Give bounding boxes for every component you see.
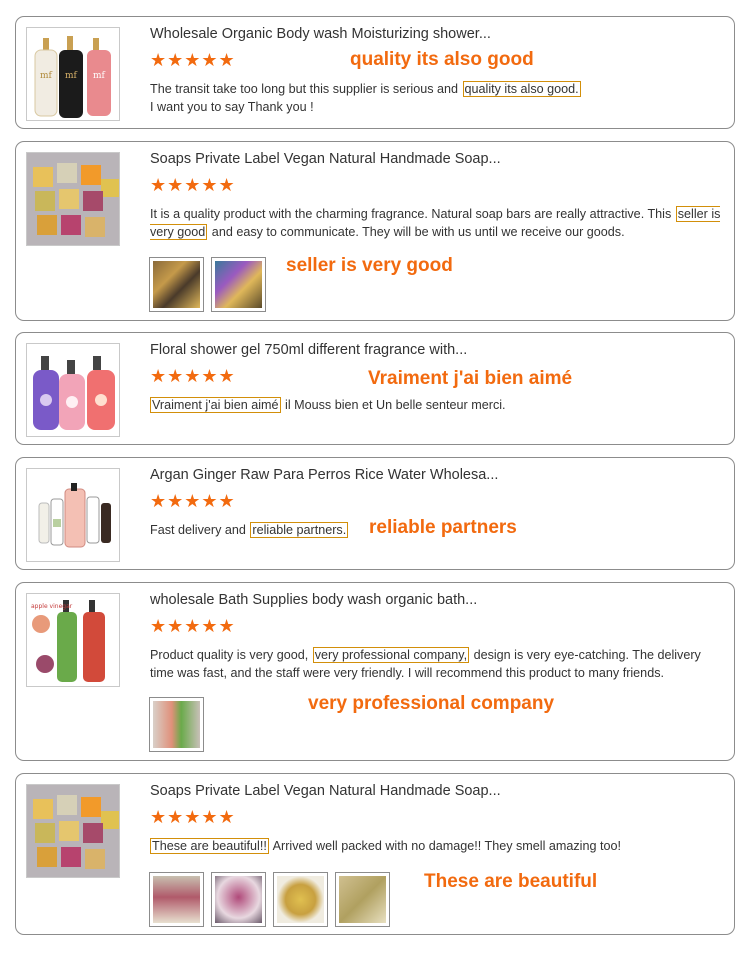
rating-stars: ★★★★★ — [150, 491, 236, 512]
review-text: It is a quality product with the charmin… — [150, 205, 725, 241]
review-photo[interactable] — [149, 257, 204, 312]
product-thumbnail[interactable] — [26, 784, 120, 878]
review-highlight: These are beautiful!! — [150, 838, 269, 854]
product-thumbnail[interactable] — [26, 152, 120, 246]
review-highlight: quality its also good. — [462, 81, 581, 97]
svg-text:mf: mf — [40, 71, 53, 81]
review-text: Vraiment j'ai bien aimé il Mouss bien et… — [150, 396, 725, 414]
product-thumbnail[interactable] — [26, 343, 120, 437]
review-card: Soaps Private Label Vegan Natural Handma… — [15, 773, 735, 935]
review-text: Product quality is very good, very profe… — [150, 646, 725, 682]
rating-stars: ★★★★★ — [150, 366, 236, 387]
product-title[interactable]: Floral shower gel 750ml different fragra… — [150, 342, 467, 358]
review-text-after: il Mouss bien et Un belle senteur merci. — [281, 398, 506, 412]
review-card: Argan Ginger Raw Para Perros Rice Water … — [15, 457, 735, 570]
review-highlight: very professional company, — [312, 647, 470, 663]
review-text-after: Arrived well packed with no damage!! The… — [269, 839, 621, 853]
product-title[interactable]: wholesale Bath Supplies body wash organi… — [150, 592, 477, 608]
review-text-before: Product quality is very good, — [150, 648, 312, 662]
svg-text:apple vinegar: apple vinegar — [31, 603, 73, 610]
review-text-after: and easy to communicate. They will be wi… — [208, 225, 625, 239]
product-thumbnail[interactable] — [26, 468, 120, 562]
review-text-before: Fast delivery and — [150, 523, 250, 537]
product-title[interactable]: Wholesale Organic Body wash Moisturizing… — [150, 26, 491, 42]
review-card: mf mf mf Wholesale Organic Body wash Moi… — [15, 16, 735, 129]
product-title[interactable]: Argan Ginger Raw Para Perros Rice Water … — [150, 467, 498, 483]
review-text: These are beautiful!! Arrived well packe… — [150, 837, 725, 855]
highlight-callout: These are beautiful — [424, 871, 598, 892]
review-card: Floral shower gel 750ml different fragra… — [15, 332, 735, 445]
svg-text:mf: mf — [93, 71, 106, 81]
rating-stars: ★★★★★ — [150, 50, 236, 71]
review-photo[interactable] — [149, 697, 204, 752]
svg-text:mf: mf — [65, 71, 78, 81]
product-thumbnail[interactable]: mf mf mf — [26, 27, 120, 121]
highlight-callout: reliable partners — [369, 517, 517, 538]
review-text-before: The transit take too long but this suppl… — [150, 82, 462, 96]
review-photo[interactable] — [149, 872, 204, 927]
review-photo[interactable] — [211, 257, 266, 312]
product-thumbnail[interactable]: apple vinegar — [26, 593, 120, 687]
rating-stars: ★★★★★ — [150, 807, 236, 828]
review-highlight: reliable partners. — [250, 522, 349, 538]
review-photo[interactable] — [335, 872, 390, 927]
highlight-callout: Vraiment j'ai bien aimé — [368, 368, 573, 389]
review-text-line2: I want you to say Thank you ! — [150, 100, 314, 114]
highlight-callout: seller is very good — [286, 255, 453, 276]
review-text: The transit take too long but this suppl… — [150, 80, 725, 116]
review-highlight: Vraiment j'ai bien aimé — [150, 397, 281, 413]
rating-stars: ★★★★★ — [150, 175, 236, 196]
rating-stars: ★★★★★ — [150, 616, 236, 637]
product-title[interactable]: Soaps Private Label Vegan Natural Handma… — [150, 783, 501, 799]
review-card: apple vinegar wholesale Bath Supplies bo… — [15, 582, 735, 761]
review-text-before: It is a quality product with the charmin… — [150, 207, 675, 221]
review-card: Soaps Private Label Vegan Natural Handma… — [15, 141, 735, 321]
highlight-callout: quality its also good — [350, 49, 534, 70]
highlight-callout: very professional company — [308, 693, 555, 714]
review-photo[interactable] — [211, 872, 266, 927]
product-title[interactable]: Soaps Private Label Vegan Natural Handma… — [150, 151, 501, 167]
review-photo[interactable] — [273, 872, 328, 927]
